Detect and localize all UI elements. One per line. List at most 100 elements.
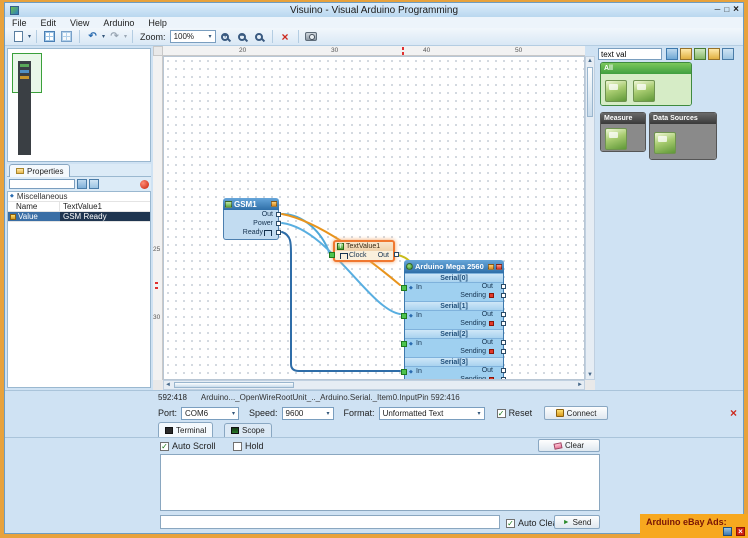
scroll-right-icon[interactable]: ►	[577, 382, 583, 388]
canvas-hscrollbar[interactable]: ◄ ►	[163, 380, 585, 390]
sort-alpha-icon[interactable]	[77, 179, 87, 189]
menu-file[interactable]: File	[5, 18, 34, 28]
ad-info-icon[interactable]	[723, 527, 732, 536]
port-select[interactable]: COM6 ▾	[181, 407, 239, 420]
scrollbar-corner	[585, 380, 595, 390]
pin-panel-icon[interactable]	[140, 180, 149, 189]
measure-component-icon[interactable]	[605, 128, 627, 150]
close-button[interactable]: ×	[733, 4, 739, 15]
new-category-icon[interactable]	[680, 48, 692, 60]
wire-gsm-power-to-serial1[interactable]	[282, 223, 400, 314]
property-name: Name	[8, 202, 60, 211]
title-bar[interactable]: Visuino - Visual Arduino Programming ─ □…	[5, 3, 743, 17]
camera-icon[interactable]	[304, 29, 319, 44]
terminal-send-input[interactable]	[160, 515, 500, 529]
scroll-down-icon[interactable]: ▼	[587, 372, 593, 378]
undo-dropdown-icon[interactable]: ▾	[102, 33, 105, 40]
zoom-dropdown-icon[interactable]: ▾	[209, 33, 212, 40]
menu-arduino[interactable]: Arduino	[96, 18, 141, 28]
menu-view[interactable]: View	[63, 18, 96, 28]
toolbox-category-measure[interactable]: Measure	[600, 112, 646, 152]
ad-close-icon[interactable]: ×	[736, 527, 745, 536]
formatted-text-component-icon[interactable]	[633, 80, 655, 102]
property-row-name[interactable]: Name TextValue1	[8, 202, 150, 212]
undo-icon[interactable]: ↶	[85, 29, 100, 44]
redo-dropdown-icon[interactable]: ▾	[124, 33, 127, 40]
connect-button[interactable]: Connect	[544, 406, 608, 420]
vscroll-thumb[interactable]	[587, 67, 593, 117]
new-project-icon[interactable]	[11, 29, 26, 44]
textvalue-clock-pin[interactable]	[329, 252, 335, 258]
component-gsm1[interactable]: GSM1 Out Power Ready	[223, 198, 279, 240]
redo-icon[interactable]: ↷	[107, 29, 122, 44]
new-project-dropdown-icon[interactable]: ▾	[28, 33, 31, 40]
design-overview[interactable]	[7, 48, 151, 162]
property-row-value[interactable]: Value GSM Ready	[8, 212, 150, 222]
wrench-icon[interactable]	[271, 201, 277, 207]
serial1-in-pin[interactable]	[401, 313, 407, 319]
gsm-out-pin[interactable]	[276, 212, 281, 217]
serial0-in-pin[interactable]	[401, 285, 407, 291]
format-select[interactable]: Unformatted Text ▾	[379, 407, 485, 420]
speed-select[interactable]: 9600 ▾	[282, 407, 334, 420]
zoom-out-icon[interactable]: −	[235, 29, 250, 44]
serial0-out-pin[interactable]	[501, 284, 506, 289]
zoom-in-icon[interactable]: +	[218, 29, 233, 44]
sort-category-icon[interactable]	[89, 179, 99, 189]
serial-section-label: Serial[1]	[405, 301, 503, 311]
canvas-vscrollbar[interactable]: ▲ ▼	[585, 56, 595, 380]
toolbox-options-icon[interactable]	[722, 48, 734, 60]
delete-icon[interactable]: ×	[278, 29, 293, 44]
zoom-combo[interactable]: 100% ▾	[170, 30, 216, 43]
send-button[interactable]: ► Send	[554, 515, 600, 529]
serial0-sending-pin[interactable]	[501, 293, 506, 298]
hold-checkbox[interactable]: Hold	[233, 441, 264, 451]
toolbox-category-all[interactable]: All	[600, 62, 692, 106]
tab-scope[interactable]: Scope	[224, 423, 272, 437]
tab-properties[interactable]: Properties	[9, 164, 70, 177]
expand-all-icon[interactable]	[708, 48, 720, 60]
textvalue-out-pin[interactable]	[394, 252, 399, 257]
scroll-up-icon[interactable]: ▲	[587, 58, 593, 64]
collapse-all-icon[interactable]	[694, 48, 706, 60]
properties-filter-input[interactable]	[9, 179, 75, 189]
terminal-output[interactable]	[160, 454, 600, 511]
text-source-component-icon[interactable]	[654, 132, 676, 154]
property-category-row[interactable]: ◆ Miscellaneous	[8, 192, 150, 202]
component-arduino-mega-2560[interactable]: Arduino Mega 2560 Serial[0] ◆ In Out Sen…	[404, 260, 504, 380]
maximize-button[interactable]: □	[724, 5, 729, 14]
serial-section-label: Serial[3]	[405, 357, 503, 367]
minimize-button[interactable]: ─	[715, 5, 721, 14]
board-close-icon[interactable]	[496, 264, 502, 270]
serial3-in-pin[interactable]	[401, 369, 407, 375]
snap-grid-icon[interactable]	[59, 29, 74, 44]
wrench-icon[interactable]	[488, 264, 494, 270]
text-value-component-icon[interactable]	[605, 80, 627, 102]
serial2-sending-pin[interactable]	[501, 349, 506, 354]
auto-clear-checkbox[interactable]: ✓ Auto Clear	[506, 518, 561, 528]
serial1-sending-pin[interactable]	[501, 321, 506, 326]
close-comm-panel-icon[interactable]: ×	[730, 406, 737, 420]
gsm-power-pin[interactable]	[276, 221, 281, 226]
gsm-ready-pin[interactable]	[276, 230, 281, 235]
ruler-corner	[153, 46, 163, 56]
serial2-in-pin[interactable]	[401, 341, 407, 347]
serial1-out-pin[interactable]	[501, 312, 506, 317]
zoom-fit-icon[interactable]	[252, 29, 267, 44]
menu-help[interactable]: Help	[141, 18, 174, 28]
serial3-out-pin[interactable]	[501, 368, 506, 373]
toolbox-category-data-sources[interactable]: Data Sources	[649, 112, 717, 160]
show-grid-icon[interactable]	[42, 29, 57, 44]
search-filter-icon[interactable]	[666, 48, 678, 60]
scroll-left-icon[interactable]: ◄	[165, 382, 171, 388]
menu-edit[interactable]: Edit	[34, 18, 64, 28]
reset-checkbox[interactable]: ✓ Reset	[497, 408, 533, 418]
auto-scroll-checkbox[interactable]: ✓ Auto Scroll	[160, 441, 216, 451]
tab-terminal[interactable]: Terminal	[158, 422, 213, 437]
component-textvalue1[interactable]: T TextValue1 Clock Out	[333, 240, 395, 262]
clear-button[interactable]: Clear	[538, 439, 600, 452]
hscroll-thumb[interactable]	[174, 382, 294, 388]
design-canvas[interactable]: GSM1 Out Power Ready	[163, 56, 585, 380]
serial2-out-pin[interactable]	[501, 340, 506, 345]
toolbox-search-input[interactable]	[598, 48, 662, 60]
